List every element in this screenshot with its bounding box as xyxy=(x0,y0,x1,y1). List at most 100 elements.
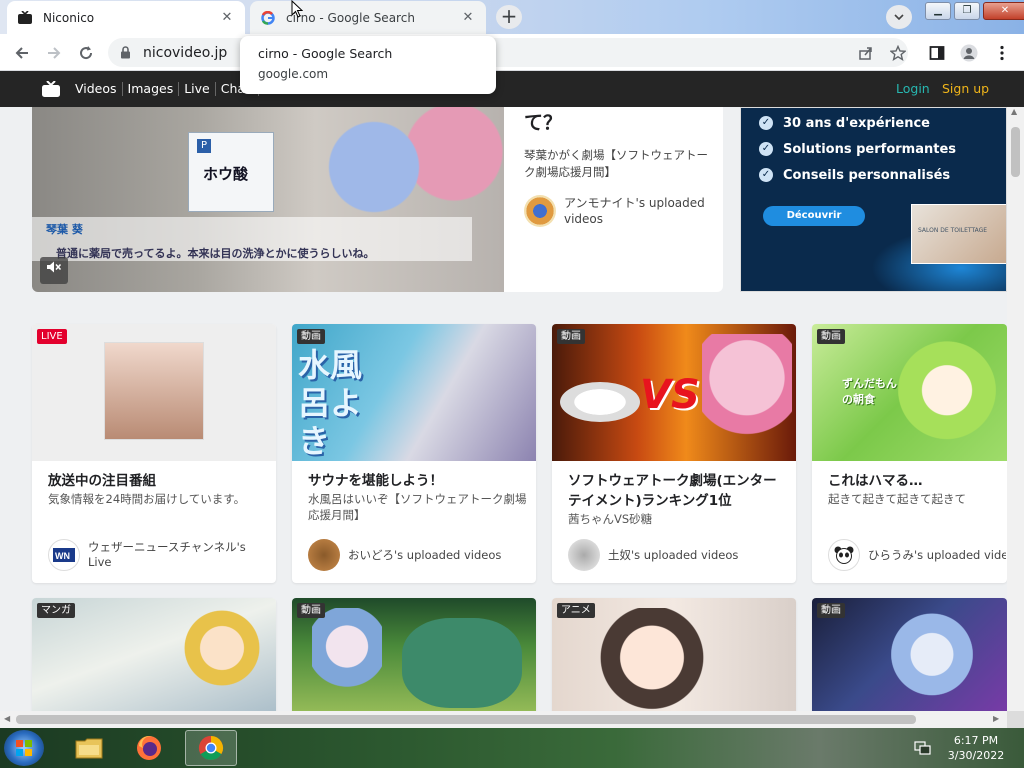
forward-button[interactable] xyxy=(42,41,66,65)
anime-character-image xyxy=(582,608,722,711)
video-card[interactable]: アニメ xyxy=(552,598,796,711)
tab-google-search[interactable]: cirno - Google Search ✕ xyxy=(250,1,486,34)
scrollbar-corner xyxy=(1007,711,1024,728)
nav-videos[interactable]: Videos xyxy=(70,82,123,96)
speaker-muted-icon xyxy=(47,261,62,273)
clock-date: 3/30/2022 xyxy=(947,749,1005,762)
scroll-right-icon[interactable]: ▶ xyxy=(993,714,999,723)
restore-button[interactable]: ❐ xyxy=(954,2,980,20)
minimize-button[interactable]: ▁ xyxy=(925,2,951,20)
video-thumbnail: ずんだもんの朝食 動画 xyxy=(812,324,1007,461)
weathernews-logo-icon: WN xyxy=(53,548,75,562)
tooltip-domain: google.com xyxy=(258,67,329,81)
horizontal-scrollbar[interactable]: ◀ ▶ xyxy=(0,711,1007,728)
windows-logo-icon xyxy=(16,740,32,756)
avatar xyxy=(828,539,860,571)
taskbar: 6:17 PM 3/30/2022 xyxy=(0,728,1024,768)
nav-images[interactable]: Images xyxy=(123,82,180,96)
mute-button[interactable] xyxy=(40,257,68,284)
video-card[interactable]: VS 動画 ソフトウェアトーク劇場(エンターテイメント)ランキング1位 茜ちゃん… xyxy=(552,324,796,583)
featured-video-player[interactable]: P ホウ酸 琴葉 葵 普通に薬局で売ってるよ。本来は目の洗浄とかに使うらしいね。 xyxy=(32,107,504,292)
chevron-down-icon xyxy=(894,14,904,20)
close-window-button[interactable]: ✕ xyxy=(983,2,1024,20)
close-tab-icon[interactable]: ✕ xyxy=(219,10,235,26)
login-link[interactable]: Login xyxy=(896,81,930,96)
ad-feature: ✓ 30 ans d'expérience xyxy=(759,110,1006,136)
featured-video-uploader[interactable]: アンモナイト's uploaded videos xyxy=(524,195,714,227)
video-uploader[interactable]: WN ウェザーニュースチャンネル's Live xyxy=(48,539,272,571)
signup-link[interactable]: Sign up xyxy=(942,81,989,96)
anime-badge: アニメ xyxy=(557,603,595,618)
network-tray-icon[interactable] xyxy=(914,740,932,756)
ad-cta-button[interactable]: Découvrir xyxy=(763,206,865,226)
share-icon[interactable] xyxy=(855,42,877,64)
avatar: WN xyxy=(48,539,80,571)
featured-video-info: て？ 琴葉かがく劇場【ソフトウェアトーク劇場応援月間】 アンモナイト's upl… xyxy=(524,107,714,227)
featured-video-panel[interactable]: P ホウ酸 琴葉 葵 普通に薬局で売ってるよ。本来は目の洗浄とかに使うらしいね。… xyxy=(32,107,723,292)
box-label: ホウ酸 xyxy=(203,165,249,183)
video-title: ソフトウェアトーク劇場(エンターテイメント)ランキング1位 xyxy=(568,473,777,509)
video-card[interactable]: 動画 xyxy=(292,598,536,711)
video-thumbnail: 水風呂よき 動画 xyxy=(292,324,536,461)
avatar xyxy=(524,195,556,227)
close-tab-icon[interactable]: ✕ xyxy=(460,10,476,26)
bookmark-star-icon[interactable] xyxy=(887,42,909,64)
profile-avatar-icon[interactable] xyxy=(958,42,980,64)
start-button[interactable] xyxy=(4,730,44,766)
video-title: これはハマる… xyxy=(828,473,923,489)
svg-text:WN: WN xyxy=(55,551,70,561)
avatar xyxy=(308,539,340,571)
video-card[interactable]: 動画 xyxy=(812,598,1007,711)
address-bar[interactable]: nicovideo.jp xyxy=(108,38,908,67)
video-card[interactable]: 水風呂よき 動画 サウナを堪能しよう！ 水風呂はいいぞ【ソフトウェアトーク劇場応… xyxy=(292,324,536,583)
page-content: P ホウ酸 琴葉 葵 普通に薬局で売ってるよ。本来は目の洗浄とかに使うらしいね。… xyxy=(0,107,1007,711)
scroll-up-icon[interactable]: ▲ xyxy=(1011,107,1017,116)
video-title: 放送中の注目番組 xyxy=(48,473,156,489)
avatar xyxy=(568,539,600,571)
side-panel-icon[interactable] xyxy=(926,42,948,64)
advertisement-banner[interactable]: ✓ 30 ans d'expérience ✓ Solutions performa… xyxy=(740,107,1007,292)
video-uploader[interactable]: 土奴's uploaded videos xyxy=(568,539,792,571)
video-uploader[interactable]: ひらうみ's uploaded vide xyxy=(828,539,1006,571)
chrome-taskbar-icon[interactable] xyxy=(185,730,237,766)
video-badge: 動画 xyxy=(297,329,325,344)
taskbar-clock[interactable]: 6:17 PM 3/30/2022 xyxy=(940,733,1012,763)
arrow-right-icon xyxy=(48,47,61,59)
video-thumbnail: アニメ xyxy=(552,598,796,711)
ad-feature-text: Solutions performantes xyxy=(783,141,956,157)
featured-video-subtitle: 琴葉かがく劇場【ソフトウェアトーク劇場応援月間】 xyxy=(524,148,708,179)
niconico-favicon-icon xyxy=(17,10,33,26)
video-card[interactable]: ずんだもんの朝食 動画 これはハマる… 起きて起きて起きて起きて ひらうみ's … xyxy=(812,324,1007,583)
video-subtitle: 琴葉 葵 普通に薬局で売ってるよ。本来は目の洗浄とかに使うらしいね。 xyxy=(32,217,472,261)
tab-search-button[interactable] xyxy=(886,5,912,29)
presenter-photo xyxy=(104,342,204,440)
featured-video-title[interactable]: て？ xyxy=(524,111,714,135)
video-card[interactable]: マンガ xyxy=(32,598,276,711)
video-badge: 動画 xyxy=(817,329,845,344)
scrollbar-thumb[interactable] xyxy=(16,715,916,724)
video-title: サウナを堪能しよう！ xyxy=(308,473,443,489)
medicine-box-image: P ホウ酸 xyxy=(188,132,274,212)
firefox-taskbar-icon[interactable] xyxy=(132,732,166,764)
back-button[interactable] xyxy=(10,41,34,65)
reload-button[interactable] xyxy=(74,41,98,65)
file-explorer-taskbar-icon[interactable] xyxy=(72,732,106,764)
vertical-scrollbar[interactable]: ▲ xyxy=(1007,107,1024,711)
uploader-name: おいどろ's uploaded videos xyxy=(348,547,502,562)
manga-badge: マンガ xyxy=(37,603,75,618)
new-tab-button[interactable]: + xyxy=(496,5,522,29)
arrow-left-icon xyxy=(15,47,28,59)
scrollbar-thumb[interactable] xyxy=(1011,127,1020,177)
more-menu-icon[interactable] xyxy=(991,42,1013,64)
video-uploader[interactable]: おいどろ's uploaded videos xyxy=(308,539,532,571)
video-thumbnail: 動画 xyxy=(812,598,1007,711)
thumbnail-text: 水風呂よき xyxy=(298,346,363,460)
scroll-left-icon[interactable]: ◀ xyxy=(4,714,10,723)
video-card[interactable]: LIVE 放送中の注目番組 気象情報を24時間お届けしています。 WN ウェザー… xyxy=(32,324,276,583)
anime-character-image xyxy=(182,604,262,711)
tab-niconico[interactable]: Niconico ✕ xyxy=(7,1,245,34)
video-badge: 動画 xyxy=(297,603,325,618)
box-badge: P xyxy=(197,139,211,153)
niconico-logo-icon[interactable] xyxy=(42,81,60,97)
nav-live[interactable]: Live xyxy=(179,82,216,96)
